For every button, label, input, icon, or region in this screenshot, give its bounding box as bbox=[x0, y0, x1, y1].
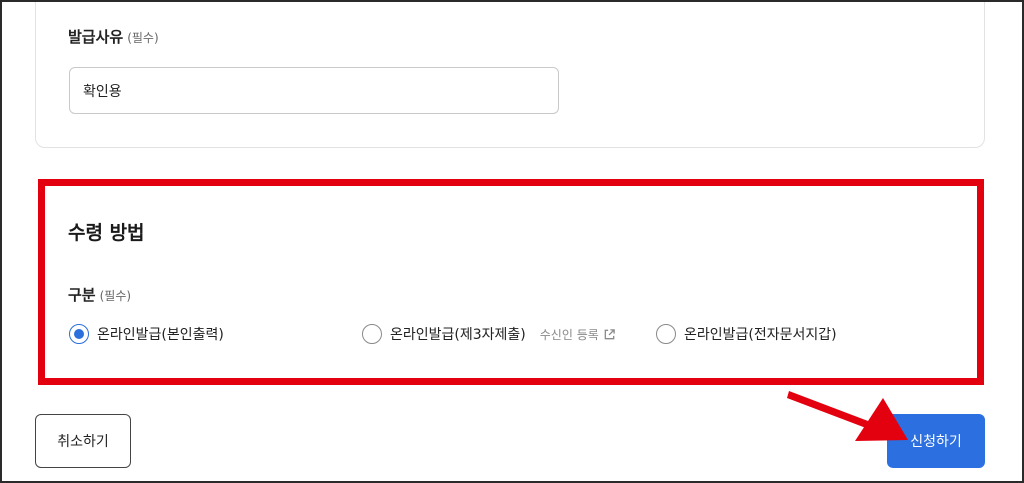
radio-online-digital-wallet[interactable]: 온라인발급(전자문서지갑) bbox=[656, 324, 837, 344]
reason-input[interactable] bbox=[69, 67, 559, 114]
register-recipient-label: 수신인 등록 bbox=[539, 327, 599, 342]
radio-circle[interactable] bbox=[362, 324, 382, 344]
radio-label: 온라인발급(제3자제출) bbox=[390, 327, 526, 343]
register-recipient-link[interactable]: 수신인 등록 bbox=[540, 326, 616, 343]
reason-required-mark: (필수) bbox=[127, 31, 159, 45]
external-link-icon bbox=[604, 328, 615, 339]
type-required-mark: (필수) bbox=[99, 289, 132, 303]
receipt-method-radio-group: 온라인발급(본인출력) 온라인발급(제3자제출) 수신인 등록 온라인발급(전자… bbox=[0, 324, 1024, 346]
highlight-annotation-box bbox=[38, 179, 984, 385]
radio-online-self-print[interactable]: 온라인발급(본인출력) bbox=[69, 324, 224, 344]
radio-label: 온라인발급(본인출력) bbox=[97, 327, 224, 343]
radio-online-third-party[interactable]: 온라인발급(제3자제출) 수신인 등록 bbox=[362, 324, 616, 344]
radio-circle[interactable] bbox=[656, 324, 676, 344]
cancel-button[interactable]: 취소하기 bbox=[35, 414, 131, 468]
radio-label: 온라인발급(전자문서지갑) bbox=[684, 327, 837, 343]
receipt-method-title: 수령 방법 bbox=[68, 222, 145, 244]
arrow-shaft bbox=[787, 391, 868, 428]
apply-button[interactable]: 신청하기 bbox=[887, 414, 985, 468]
radio-circle-selected[interactable] bbox=[69, 324, 89, 344]
reason-label: 발급사유 (필수) bbox=[68, 28, 159, 46]
type-label: 구분 (필수) bbox=[68, 286, 132, 304]
